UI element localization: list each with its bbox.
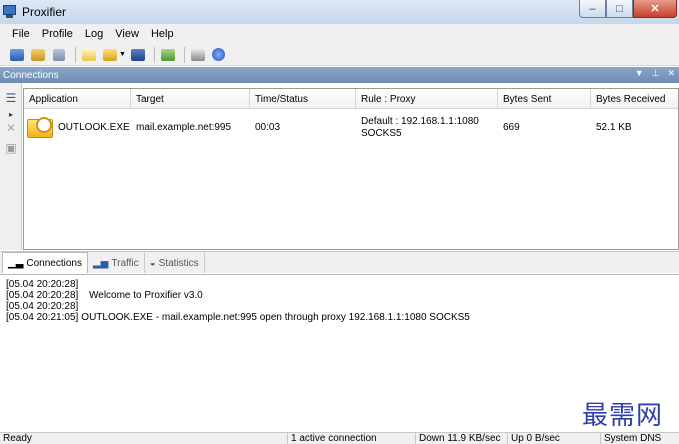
watermark: 最需网 [581, 401, 663, 431]
close-connection-icon[interactable]: ✕ [3, 121, 19, 135]
print-icon[interactable] [189, 46, 207, 64]
connections-tab-icon: ▁▃ [8, 257, 24, 269]
proxifier-app-icon [2, 5, 18, 19]
tab-label: Traffic [111, 257, 139, 269]
cell-bytes-sent: 669 [503, 122, 520, 133]
connections-table: Application Target Time/Status Rule : Pr… [23, 88, 679, 250]
connections-side-toolbar: ☰ ▸ ✕ ▣ [0, 83, 22, 250]
log-timestamp: [05.04 20:20:28] [6, 279, 79, 290]
cell-bytes-received: 52.1 KB [596, 122, 632, 133]
log-panel[interactable]: [05.04 20:20:28] [05.04 20:20:28] Welcom… [0, 274, 679, 432]
toolbar: ▼ [0, 44, 679, 66]
panel-close-icon[interactable]: ✕ [667, 68, 675, 79]
cell-rule-proxy: Default : 192.168.1.1:1080 SOCKS5 [356, 109, 498, 147]
log-line: [05.04 20:20:28] [6, 279, 679, 290]
cell-time-status: 00:03 [255, 122, 281, 133]
cell-target: mail.example.net:995 [136, 122, 232, 133]
menu-log[interactable]: Log [79, 28, 109, 40]
status-connections: 1 active connection [288, 433, 416, 444]
close-button[interactable]: ✕ [633, 0, 677, 18]
log-line: [05.04 20:20:28] [6, 301, 679, 312]
tab-label: Statistics [158, 257, 199, 269]
proxy-servers-icon[interactable] [8, 46, 26, 64]
menu-view[interactable]: View [109, 28, 145, 40]
column-bytes-sent[interactable]: Bytes Sent [498, 89, 591, 109]
column-rule-proxy[interactable]: Rule : Proxy [356, 89, 498, 109]
table-header: Application Target Time/Status Rule : Pr… [24, 89, 678, 109]
maximize-button[interactable]: □ [606, 0, 633, 18]
toolbar-separator [75, 46, 76, 63]
rule-proxy-line1: Default : 192.168.1.1:1080 [361, 116, 479, 127]
column-target[interactable]: Target [131, 89, 250, 109]
tab-connections[interactable]: ▁▃ Connections [2, 252, 88, 273]
column-bytes-received[interactable]: Bytes Received [591, 89, 678, 109]
new-profile-icon[interactable] [80, 46, 98, 64]
window-title: Proxifier [22, 5, 67, 19]
help-icon[interactable] [210, 46, 228, 64]
dropdown-arrow-icon[interactable]: ▼ [119, 51, 126, 58]
table-row[interactable]: OUTLOOK.EXE mail.example.net:995 00:03 D… [24, 109, 678, 147]
log-timestamp: [05.04 20:21:05] [6, 312, 79, 323]
status-up-rate: Up 0 B/sec [508, 433, 601, 444]
columns-icon[interactable]: ☰ [3, 91, 19, 105]
status-dns: System DNS [604, 433, 662, 444]
cell-application: OUTLOOK.EXE [24, 109, 131, 147]
tab-label: Connections [26, 257, 82, 269]
column-application[interactable]: Application [24, 89, 131, 109]
import-icon[interactable] [159, 46, 177, 64]
panel-title: Connections [3, 69, 59, 81]
name-resolution-icon[interactable] [50, 46, 68, 64]
log-timestamp: [05.04 20:20:28] [6, 301, 79, 312]
tab-statistics[interactable]: ◒ Statistics [145, 253, 205, 273]
copy-icon[interactable]: ▣ [3, 141, 19, 155]
menu-profile[interactable]: Profile [36, 28, 79, 40]
toolbar-separator [183, 46, 185, 63]
log-line: [05.04 20:21:05] OUTLOOK.EXE - mail.exam… [6, 312, 679, 323]
log-line: [05.04 20:20:28] Welcome to Proxifier v3… [6, 290, 679, 301]
proxification-rules-icon[interactable] [29, 46, 47, 64]
log-message: Welcome to Proxifier v3.0 [89, 290, 203, 301]
open-profile-icon[interactable] [101, 46, 119, 64]
save-profile-icon[interactable] [129, 46, 147, 64]
pin-icon[interactable]: ⊥ [652, 68, 660, 79]
title-bar: Proxifier – □ ✕ [0, 0, 679, 24]
application-name: OUTLOOK.EXE [58, 122, 130, 133]
panel-menu-icon[interactable]: ▼ [635, 68, 644, 79]
log-timestamp: [05.04 20:20:28] [6, 290, 79, 301]
status-down-rate: Down 11.9 KB/sec [416, 433, 508, 444]
menu-help[interactable]: Help [145, 28, 180, 40]
status-bar: Ready 1 active connection Down 11.9 KB/s… [0, 432, 679, 444]
log-message: OUTLOOK.EXE - mail.example.net:995 open … [81, 312, 470, 323]
toolbar-separator [153, 46, 155, 63]
panel-tabs: ▁▃ Connections ▂▅ Traffic ◒ Statistics [0, 251, 679, 273]
menu-bar: File Profile Log View Help [0, 24, 679, 44]
rule-proxy-line2: SOCKS5 [361, 128, 402, 139]
tab-traffic[interactable]: ▂▅ Traffic [88, 253, 145, 273]
traffic-tab-icon: ▂▅ [92, 257, 109, 269]
outlook-icon [27, 115, 55, 141]
minimize-button[interactable]: – [579, 0, 606, 18]
pointer-icon: ▸ [8, 109, 13, 119]
menu-file[interactable]: File [6, 28, 36, 40]
statistics-tab-icon: ◒ [149, 257, 156, 269]
column-time-status[interactable]: Time/Status [250, 89, 356, 109]
status-ready: Ready [0, 433, 288, 444]
connections-panel-header: Connections ▼ ⊥ ✕ [0, 67, 679, 83]
